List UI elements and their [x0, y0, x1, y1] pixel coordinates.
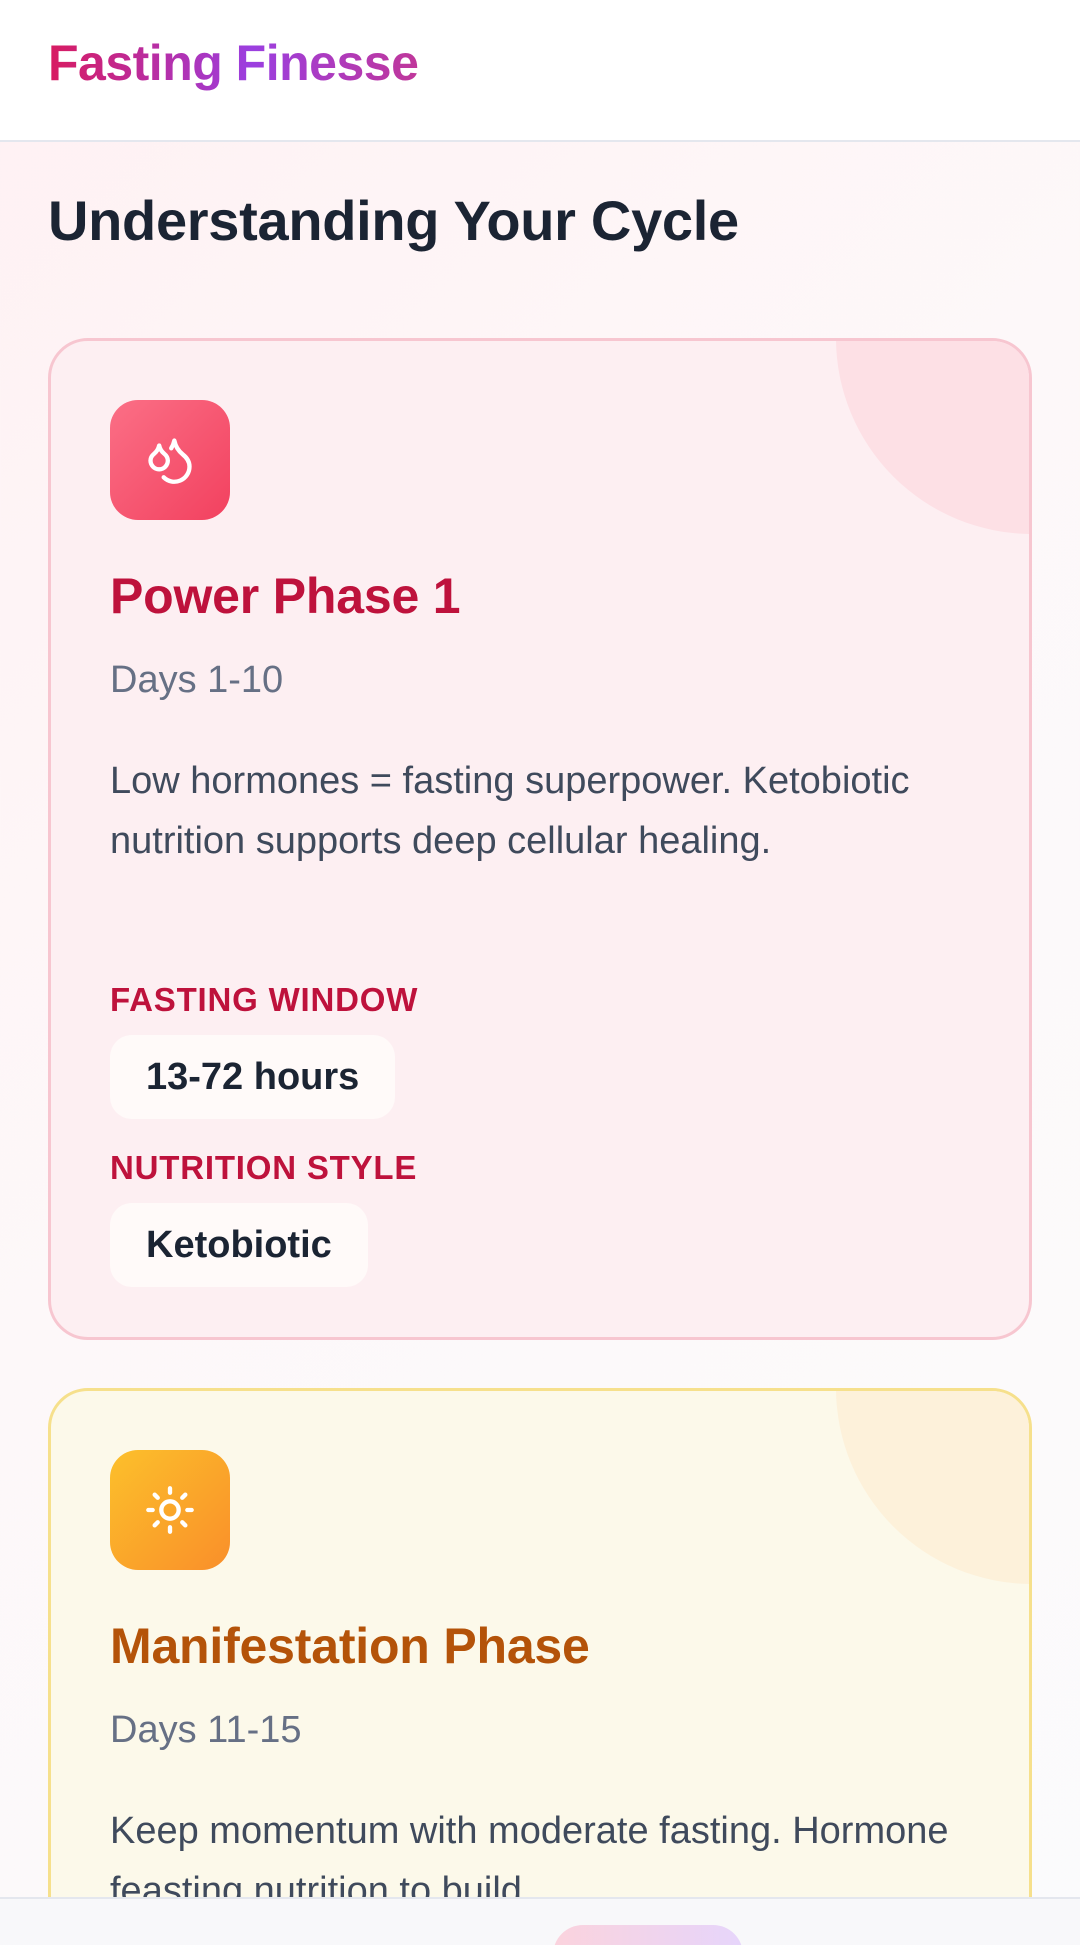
bottom-navigation	[0, 1897, 1080, 1945]
phase-description: Low hormones = fasting superpower. Ketob…	[110, 760, 910, 862]
page-title: Understanding Your Cycle	[48, 189, 739, 252]
fasting-window-label: FASTING WINDOW	[110, 981, 419, 1018]
phase-title: Power Phase 1	[110, 568, 461, 624]
phase-days: Days 11-15	[110, 1709, 302, 1751]
drops-icon	[110, 400, 230, 520]
phase-days: Days 1-10	[110, 659, 284, 701]
brand-logo[interactable]: Fasting Finesse	[48, 34, 419, 92]
nutrition-style-label: NUTRITION STYLE	[110, 1149, 418, 1186]
app-header: Fasting Finesse	[0, 0, 1080, 142]
card-corner-decoration	[836, 341, 1029, 534]
sun-icon	[110, 1450, 230, 1570]
nav-active-pill[interactable]	[553, 1925, 743, 1945]
phase-card-manifestation[interactable]: Manifestation Phase Days 11-15 Keep mome…	[48, 1388, 1032, 1945]
phase-title: Manifestation Phase	[110, 1618, 590, 1674]
fasting-window-value: 13-72 hours	[110, 1035, 396, 1119]
nutrition-style-value: Ketobiotic	[110, 1203, 368, 1287]
card-corner-decoration	[836, 1391, 1029, 1584]
phase-card-power-phase-1[interactable]: Power Phase 1 Days 1-10 Low hormones = f…	[48, 338, 1032, 1340]
